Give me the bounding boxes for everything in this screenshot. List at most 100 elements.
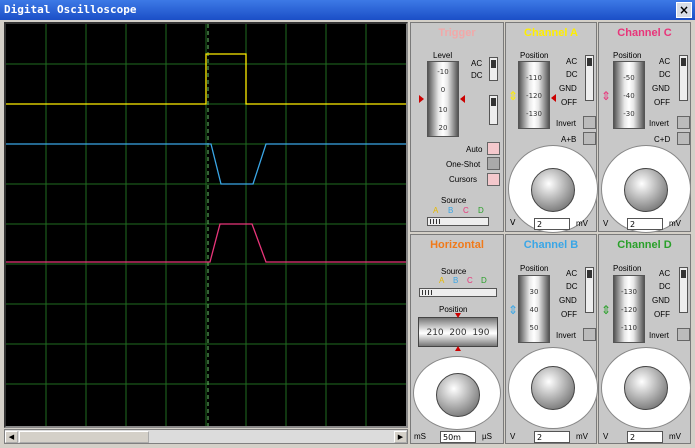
level-marker-icon bbox=[419, 95, 424, 103]
channel-a-position-drum[interactable]: -110 -120 -130 bbox=[518, 61, 550, 129]
channel-b-panel: Channel B Position 30 40 50 ⇕ AC DC GND OF… bbox=[505, 234, 598, 444]
horizontal-source-label: Source bbox=[441, 267, 467, 276]
volts-unit: V bbox=[603, 219, 609, 228]
dc-label: DC bbox=[566, 282, 578, 291]
horizontal-unit-right: µS bbox=[482, 432, 492, 441]
horizontal-position-ruler[interactable]: 210 200 190 bbox=[418, 317, 498, 347]
trigger-dc-label: DC bbox=[471, 71, 483, 80]
combo-label: A+B bbox=[561, 135, 577, 144]
invert-toggle[interactable] bbox=[583, 116, 596, 129]
volts-unit: V bbox=[510, 432, 516, 441]
combo-label: C+D bbox=[654, 135, 671, 144]
invert-toggle[interactable] bbox=[677, 116, 690, 129]
ac-label: AC bbox=[659, 269, 671, 278]
volts-value[interactable]: 2 bbox=[627, 218, 663, 230]
channel-c-title: Channel C bbox=[617, 27, 672, 39]
one-shot-label: One-Shot bbox=[446, 160, 481, 169]
channel-a-updown-icon: ⇕ bbox=[508, 89, 519, 103]
trigger-title: Trigger bbox=[438, 27, 476, 39]
scroll-thumb[interactable] bbox=[19, 431, 149, 443]
knob[interactable] bbox=[531, 168, 575, 212]
source-b: B bbox=[453, 276, 459, 285]
horizontal-position-label: Position bbox=[439, 305, 468, 314]
source-d: D bbox=[478, 206, 484, 215]
invert-label: Invert bbox=[649, 119, 670, 128]
position-marker-icon bbox=[455, 313, 461, 318]
channel-b-title: Channel B bbox=[523, 239, 579, 251]
channel-b-coupling-slider[interactable] bbox=[585, 267, 594, 313]
combo-toggle[interactable] bbox=[677, 132, 690, 145]
horizontal-time-dial[interactable] bbox=[413, 356, 501, 430]
position-marker-icon bbox=[455, 346, 461, 351]
source-a: A bbox=[433, 206, 439, 215]
source-b: B bbox=[448, 206, 454, 215]
trigger-coupling-slider[interactable] bbox=[489, 57, 498, 81]
gnd-label: GND bbox=[652, 296, 670, 305]
close-button[interactable]: × bbox=[676, 2, 692, 18]
ac-label: AC bbox=[566, 269, 578, 278]
channel-b-volts-dial[interactable] bbox=[508, 347, 598, 429]
ac-label: AC bbox=[566, 57, 578, 66]
dc-label: DC bbox=[659, 70, 671, 79]
source-d: D bbox=[481, 276, 487, 285]
horizontal-unit-left: mS bbox=[414, 432, 426, 441]
mv-unit: mV bbox=[576, 432, 588, 441]
horizontal-source-slider[interactable] bbox=[419, 288, 497, 297]
horizontal-title: Horizontal bbox=[430, 239, 484, 251]
channel-d-position-drum[interactable]: -130 -120 -110 bbox=[613, 275, 645, 343]
knob[interactable] bbox=[624, 366, 668, 410]
marker-icon bbox=[551, 94, 556, 102]
volts-value[interactable]: 2 bbox=[534, 431, 570, 443]
off-label: OFF bbox=[561, 98, 577, 107]
waveform-plot bbox=[6, 24, 406, 426]
volts-unit: V bbox=[510, 218, 516, 227]
channel-b-updown-icon: ⇕ bbox=[508, 303, 519, 317]
channel-d-position-label: Position bbox=[613, 264, 642, 273]
trigger-source-slider[interactable] bbox=[427, 217, 489, 226]
gnd-label: GND bbox=[559, 296, 577, 305]
source-c: C bbox=[463, 206, 469, 215]
mv-unit: mV bbox=[669, 219, 681, 228]
knob[interactable] bbox=[531, 366, 575, 410]
auto-toggle[interactable] bbox=[487, 142, 500, 155]
invert-toggle[interactable] bbox=[583, 328, 596, 341]
cursors-label: Cursors bbox=[449, 175, 478, 184]
channel-c-position-label: Position bbox=[613, 51, 642, 60]
knob[interactable] bbox=[624, 168, 668, 212]
channel-b-position-drum[interactable]: 30 40 50 bbox=[518, 275, 550, 343]
scroll-right-arrow-icon[interactable]: ▶ bbox=[394, 431, 407, 443]
knob[interactable] bbox=[436, 373, 480, 417]
horizontal-value[interactable]: 50m bbox=[440, 431, 476, 443]
trigger-source-label: Source bbox=[441, 196, 467, 205]
volts-value[interactable]: 2 bbox=[627, 431, 663, 443]
level-marker-icon bbox=[460, 95, 465, 103]
ac-label: AC bbox=[659, 57, 671, 66]
channel-a-panel: Channel A Position -110 -120 -130 ⇕ AC DC … bbox=[505, 22, 598, 233]
scroll-left-arrow-icon[interactable]: ◀ bbox=[5, 431, 18, 443]
invert-label: Invert bbox=[556, 119, 577, 128]
volts-value[interactable]: 2 bbox=[534, 218, 570, 230]
mv-unit: mV bbox=[669, 432, 681, 441]
trace-channel-a bbox=[6, 53, 406, 105]
trigger-ac-label: AC bbox=[471, 59, 483, 68]
channel-c-position-drum[interactable]: -50 -40 -30 bbox=[613, 61, 645, 129]
trigger-edge-slider[interactable] bbox=[489, 95, 498, 125]
off-label: OFF bbox=[561, 310, 577, 319]
horizontal-scrollbar[interactable]: ◀ ▶ bbox=[4, 429, 408, 444]
channel-c-coupling-slider[interactable] bbox=[679, 55, 688, 101]
window-titlebar: Digital Oscilloscope × bbox=[0, 0, 695, 20]
auto-label: Auto bbox=[466, 145, 483, 154]
off-label: OFF bbox=[654, 98, 670, 107]
invert-toggle[interactable] bbox=[677, 328, 690, 341]
cursors-toggle[interactable] bbox=[487, 173, 500, 186]
channel-d-title: Channel D bbox=[617, 239, 672, 251]
channel-d-volts-dial[interactable] bbox=[601, 347, 691, 429]
channel-d-coupling-slider[interactable] bbox=[679, 267, 688, 313]
window-title: Digital Oscilloscope bbox=[4, 3, 137, 16]
combo-toggle[interactable] bbox=[583, 132, 596, 145]
dc-label: DC bbox=[566, 70, 578, 79]
invert-label: Invert bbox=[649, 331, 670, 340]
trigger-level-drum[interactable]: -10 0 10 20 bbox=[427, 61, 459, 137]
one-shot-toggle[interactable] bbox=[487, 157, 500, 170]
channel-a-coupling-slider[interactable] bbox=[585, 55, 594, 101]
